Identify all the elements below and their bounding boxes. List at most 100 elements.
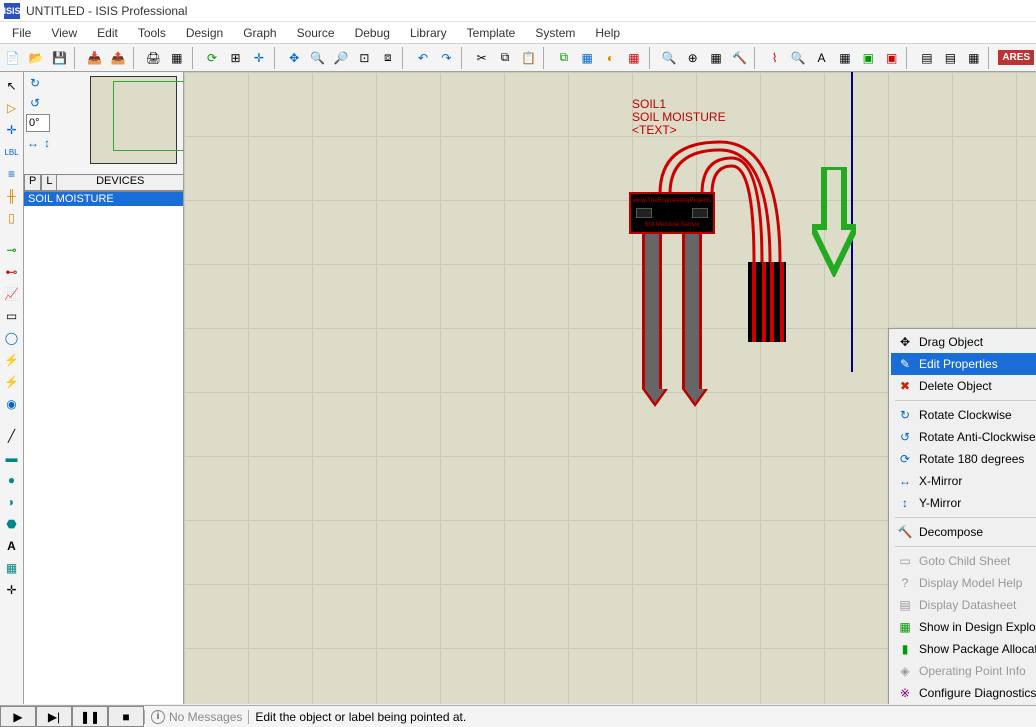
mirror-x-icon[interactable]: ↔: [26, 134, 40, 152]
bom-icon[interactable]: ▤: [916, 47, 937, 69]
make-device-icon[interactable]: ⊕: [682, 47, 703, 69]
messages-icon[interactable]: i: [151, 710, 165, 724]
pin-tool-icon[interactable]: ⊷: [2, 262, 22, 282]
menu-file[interactable]: File: [2, 24, 41, 42]
menu-template[interactable]: Template: [457, 24, 526, 42]
ctx-decompose[interactable]: 🔨Decompose: [891, 521, 1036, 543]
ctx-edit-properties[interactable]: ✎Edit PropertiesCtrl+E: [891, 353, 1036, 375]
menu-help[interactable]: Help: [585, 24, 630, 42]
menu-design[interactable]: Design: [176, 24, 233, 42]
tape-tool-icon[interactable]: ▭: [2, 306, 22, 326]
save-icon[interactable]: 💾: [49, 47, 70, 69]
overview-window[interactable]: [90, 76, 177, 164]
pause-button[interactable]: ❚❚: [72, 706, 108, 727]
grid-toggle-icon[interactable]: ⊞: [225, 47, 246, 69]
search-icon[interactable]: 🔍: [787, 47, 808, 69]
symbol-2d-icon[interactable]: ▦: [2, 558, 22, 578]
box-2d-icon[interactable]: ▬: [2, 448, 22, 468]
refresh-icon[interactable]: ⟳: [201, 47, 222, 69]
open-file-icon[interactable]: 📂: [25, 47, 46, 69]
rotation-input[interactable]: 0°: [26, 114, 50, 132]
line-2d-icon[interactable]: ╱: [2, 426, 22, 446]
label-tool-icon[interactable]: LBL: [2, 142, 22, 162]
stop-button[interactable]: ■: [108, 706, 144, 727]
pan-icon[interactable]: ✥: [283, 47, 304, 69]
decompose-icon[interactable]: 🔨: [729, 47, 750, 69]
path-2d-icon[interactable]: ⬣: [2, 514, 22, 534]
pick-icon[interactable]: 🔍: [659, 47, 680, 69]
redo-icon[interactable]: ↷: [436, 47, 457, 69]
ctx-drag-object[interactable]: ✥Drag Object: [891, 331, 1036, 353]
marker-2d-icon[interactable]: ✛: [2, 580, 22, 600]
ctx-show-in-design-explorer[interactable]: ▦Show in Design Explorer: [891, 616, 1036, 638]
schematic-canvas[interactable]: SOIL1 SOIL MOISTURE <TEXT> www.TheEngine…: [184, 72, 1036, 704]
cut-icon[interactable]: ✂: [471, 47, 492, 69]
soil-moisture-component[interactable]: www.TheEngineeringProjects Soil Moisture…: [629, 192, 715, 389]
new-file-icon[interactable]: 📄: [2, 47, 23, 69]
selection-tool-icon[interactable]: ↖: [2, 76, 22, 96]
menu-library[interactable]: Library: [400, 24, 457, 42]
menu-view[interactable]: View: [41, 24, 87, 42]
menu-source[interactable]: Source: [287, 24, 345, 42]
mirror-y-icon[interactable]: ↕: [40, 134, 54, 152]
remove-sheet-icon[interactable]: ▣: [881, 47, 902, 69]
circle-2d-icon[interactable]: ●: [2, 470, 22, 490]
ctx-x-mirror[interactable]: ↔X-MirrorCtrl+M: [891, 470, 1036, 492]
undo-icon[interactable]: ↶: [412, 47, 433, 69]
generator-tool-icon[interactable]: ◯: [2, 328, 22, 348]
zoom-out-icon[interactable]: 🔎: [330, 47, 351, 69]
ctx-y-mirror[interactable]: ↕Y-Mirror: [891, 492, 1036, 514]
arc-2d-icon[interactable]: ◗: [2, 492, 22, 512]
device-list[interactable]: SOIL MOISTURE: [24, 192, 183, 704]
voltage-probe-icon[interactable]: ⚡: [2, 350, 22, 370]
ctx-show-package-allocation[interactable]: ▮Show Package Allocation: [891, 638, 1036, 660]
ctx-rotate-180-degrees[interactable]: ⟳Rotate 180 degrees: [891, 448, 1036, 470]
ctx-rotate-anti-clockwise[interactable]: ↺Rotate Anti-ClockwiseNum-+: [891, 426, 1036, 448]
menu-tools[interactable]: Tools: [128, 24, 176, 42]
paste-icon[interactable]: 📋: [518, 47, 539, 69]
erc-icon[interactable]: ▤: [940, 47, 961, 69]
text-script-tool-icon[interactable]: ≡: [2, 164, 22, 184]
text-2d-icon[interactable]: A: [2, 536, 22, 556]
junction-tool-icon[interactable]: ✛: [2, 120, 22, 140]
packaging-icon[interactable]: ▦: [705, 47, 726, 69]
menu-graph[interactable]: Graph: [233, 24, 286, 42]
ctx-configure-diagnostics[interactable]: ※Configure Diagnostics: [891, 682, 1036, 704]
design-explorer-icon[interactable]: ▦: [834, 47, 855, 69]
ctx-rotate-clockwise[interactable]: ↻Rotate ClockwiseNum--: [891, 404, 1036, 426]
zoom-fit-icon[interactable]: ⊡: [354, 47, 375, 69]
print-icon[interactable]: 🖨: [143, 47, 164, 69]
block-rotate-icon[interactable]: ◐: [600, 47, 621, 69]
step-button[interactable]: ▶|: [36, 706, 72, 727]
netlist-icon[interactable]: ▦: [963, 47, 984, 69]
component-tool-icon[interactable]: ▷: [2, 98, 22, 118]
terminal-tool-icon[interactable]: ⊸: [2, 240, 22, 260]
rotate-cw-icon[interactable]: ↻: [26, 74, 44, 92]
export-icon[interactable]: 📤: [107, 47, 128, 69]
origin-icon[interactable]: ✛: [248, 47, 269, 69]
instrument-tool-icon[interactable]: ◉: [2, 394, 22, 414]
import-icon[interactable]: 📥: [84, 47, 105, 69]
ctx-delete-object[interactable]: ✖Delete Object: [891, 375, 1036, 397]
bus-tool-icon[interactable]: ╫: [2, 186, 22, 206]
device-item[interactable]: SOIL MOISTURE: [24, 192, 183, 206]
devices-tab-p[interactable]: P: [24, 175, 41, 191]
play-button[interactable]: ▶: [0, 706, 36, 727]
block-move-icon[interactable]: ▦: [576, 47, 597, 69]
zoom-area-icon[interactable]: ⧈: [377, 47, 398, 69]
devices-tab-l[interactable]: L: [41, 175, 57, 191]
menu-edit[interactable]: Edit: [87, 24, 128, 42]
rotate-ccw-icon[interactable]: ↺: [26, 94, 44, 112]
new-sheet-icon[interactable]: ▣: [858, 47, 879, 69]
subcircuit-tool-icon[interactable]: ▯: [2, 208, 22, 228]
current-probe-icon[interactable]: ⚡: [2, 372, 22, 392]
menu-debug[interactable]: Debug: [345, 24, 400, 42]
wire-auto-icon[interactable]: ⌇: [764, 47, 785, 69]
block-delete-icon[interactable]: ▦: [623, 47, 644, 69]
ares-button[interactable]: ARES: [998, 50, 1034, 65]
mark-icon[interactable]: ▦: [166, 47, 187, 69]
copy-icon[interactable]: ⧉: [494, 47, 515, 69]
zoom-in-icon[interactable]: 🔍: [307, 47, 328, 69]
property-tool-icon[interactable]: A: [811, 47, 832, 69]
block-copy-icon[interactable]: ⧉: [553, 47, 574, 69]
